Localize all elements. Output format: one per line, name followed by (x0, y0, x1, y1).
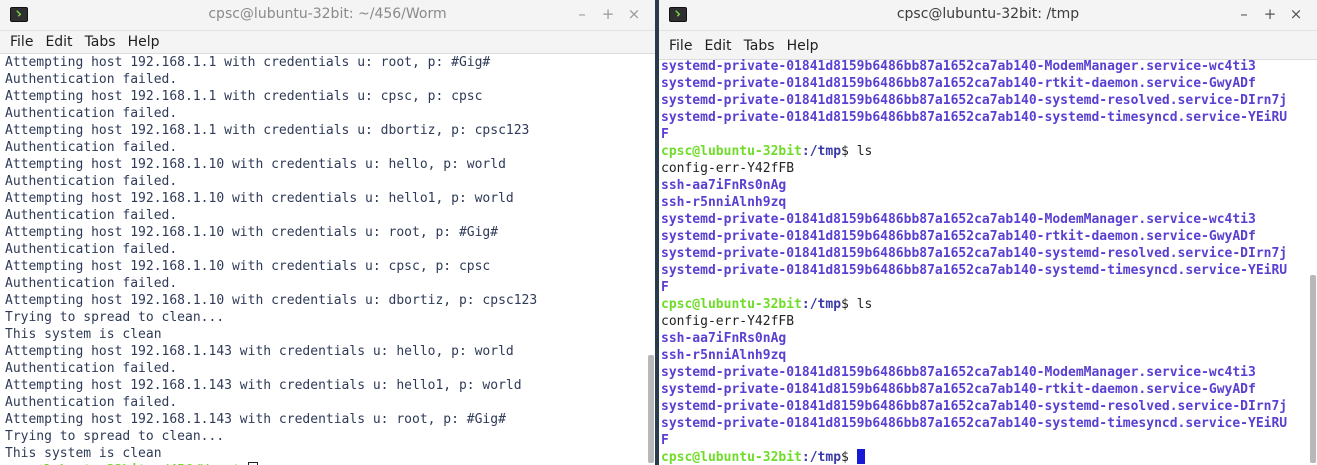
window-title: cpsc@lubuntu-32bit: ~/456/Worm (208, 6, 447, 22)
minimize-button[interactable]: – (569, 5, 595, 23)
terminal-line: Authentication failed. (5, 208, 178, 223)
terminal-line: This system is clean (5, 327, 162, 342)
prompt-line: cpsc@lubuntu-32bit:/tmp$ ls (661, 143, 1317, 160)
listing-entry: systemd-private-01841d8159b6486bb87a1652… (661, 399, 1288, 414)
prompt-symbol: $ (841, 144, 857, 159)
text-cursor (856, 449, 865, 464)
terminal-line: Authentication failed. (5, 361, 178, 376)
listing-entry: F (661, 127, 669, 142)
terminal-line: Authentication failed. (5, 395, 178, 410)
terminal-window-worm[interactable]: cpsc@lubuntu-32bit: ~/456/Worm – + × Fil… (0, 0, 655, 465)
prompt-symbol: $ (841, 450, 857, 465)
menu-tabs[interactable]: Tabs (738, 38, 781, 54)
listing-entry: F (661, 433, 669, 448)
command-text: ls (856, 297, 873, 312)
listing-entry: systemd-private-01841d8159b6486bb87a1652… (661, 76, 1256, 91)
scrollbar-thumb[interactable] (648, 355, 654, 463)
listing-entry: systemd-private-01841d8159b6486bb87a1652… (661, 416, 1288, 431)
terminal-line: Attempting host 192.168.1.143 with crede… (5, 412, 506, 427)
listing-entry: config-err-Y42fFB (661, 314, 795, 329)
command-text: ls (856, 144, 873, 159)
terminal-line: Trying to spread to clean... (5, 310, 225, 325)
listing-entry: ssh-r5nniAlnh9zq (661, 195, 787, 210)
menu-bar: File Edit Tabs Help (659, 31, 1317, 60)
scrollbar-thumb[interactable] (1310, 275, 1316, 463)
terminal-line: Attempting host 192.168.1.1 with credent… (5, 123, 530, 138)
terminal-line: Authentication failed. (5, 174, 178, 189)
terminal-line: Authentication failed. (5, 276, 178, 291)
prompt-path: :/tmp (801, 450, 842, 465)
menu-bar: File Edit Tabs Help (0, 31, 655, 54)
window-title: cpsc@lubuntu-32bit: /tmp (896, 6, 1080, 22)
listing-entry: ssh-r5nniAlnh9zq (661, 348, 787, 363)
maximize-button[interactable]: + (595, 5, 621, 23)
window-controls: – + × (569, 5, 647, 23)
listing-entry: ssh-aa7iFnRs0nAg (661, 178, 787, 193)
terminal-line: Attempting host 192.168.1.10 with creden… (5, 225, 499, 240)
menu-file[interactable]: File (663, 38, 698, 54)
prompt-symbol: $ (841, 297, 857, 312)
terminal-line: Attempting host 192.168.1.143 with crede… (5, 378, 522, 393)
menu-edit[interactable]: Edit (39, 34, 78, 50)
terminal-output[interactable]: Attempting host 192.168.1.1 with credent… (0, 54, 655, 465)
listing-entry: systemd-private-01841d8159b6486bb87a1652… (661, 110, 1288, 125)
prompt-path: :/tmp (801, 297, 842, 312)
listing-entry: systemd-private-01841d8159b6486bb87a1652… (661, 246, 1288, 261)
listing-entry: systemd-private-01841d8159b6486bb87a1652… (661, 59, 1256, 74)
listing-entry: config-err-Y42fFB (661, 161, 795, 176)
window-controls: – + × (1231, 5, 1309, 23)
terminal-line: Attempting host 192.168.1.10 with creden… (5, 259, 491, 274)
terminal-output[interactable]: systemd-private-01841d8159b6486bb87a1652… (659, 58, 1317, 465)
terminal-line: This system is clean (5, 446, 162, 461)
title-bar[interactable]: cpsc@lubuntu-32bit: ~/456/Worm – + × (0, 0, 655, 31)
listing-entry: systemd-private-01841d8159b6486bb87a1652… (661, 382, 1256, 397)
menu-help[interactable]: Help (781, 38, 825, 54)
listing-entry: systemd-private-01841d8159b6486bb87a1652… (661, 93, 1288, 108)
menu-tabs[interactable]: Tabs (79, 34, 122, 50)
prompt-user: cpsc@lubuntu-32bit (661, 450, 802, 465)
menu-file[interactable]: File (4, 34, 39, 50)
minimize-button[interactable]: – (1231, 5, 1257, 23)
menu-edit[interactable]: Edit (698, 38, 737, 54)
terminal-line: Authentication failed. (5, 242, 178, 257)
terminal-line: Authentication failed. (5, 72, 178, 87)
terminal-line: Attempting host 192.168.1.143 with crede… (5, 344, 514, 359)
terminal-line: Attempting host 192.168.1.10 with creden… (5, 191, 514, 206)
prompt-user: cpsc@lubuntu-32bit (661, 144, 802, 159)
listing-entry: F (661, 280, 669, 295)
listing-entry: ssh-aa7iFnRs0nAg (661, 331, 787, 346)
close-button[interactable]: × (621, 5, 647, 23)
terminal-line: Authentication failed. (5, 140, 178, 155)
terminal-line: Trying to spread to clean... (5, 429, 225, 444)
terminal-line: Attempting host 192.168.1.10 with creden… (5, 157, 506, 172)
prompt-path: :/tmp (801, 144, 842, 159)
listing-entry: systemd-private-01841d8159b6486bb87a1652… (661, 229, 1256, 244)
listing-entry: systemd-private-01841d8159b6486bb87a1652… (661, 212, 1256, 227)
maximize-button[interactable]: + (1257, 5, 1283, 23)
terminal-window-tmp[interactable]: cpsc@lubuntu-32bit: /tmp – + × File Edit… (659, 0, 1317, 465)
prompt-line: cpsc@lubuntu-32bit:/tmp$ ls (661, 296, 1317, 313)
close-button[interactable]: × (1283, 5, 1309, 23)
terminal-line: Attempting host 192.168.1.1 with credent… (5, 89, 483, 104)
listing-entry: systemd-private-01841d8159b6486bb87a1652… (661, 365, 1256, 380)
prompt-line: cpsc@lubuntu-32bit:/tmp$ (661, 449, 1317, 465)
listing-entry: systemd-private-01841d8159b6486bb87a1652… (661, 263, 1288, 278)
title-bar[interactable]: cpsc@lubuntu-32bit: /tmp – + × (659, 0, 1317, 31)
terminal-line: Attempting host 192.168.1.10 with creden… (5, 293, 538, 308)
prompt-user: cpsc@lubuntu-32bit (661, 297, 802, 312)
menu-help[interactable]: Help (122, 34, 166, 50)
terminal-line: Authentication failed. (5, 106, 178, 121)
terminal-line: Attempting host 192.168.1.1 with credent… (5, 55, 491, 70)
